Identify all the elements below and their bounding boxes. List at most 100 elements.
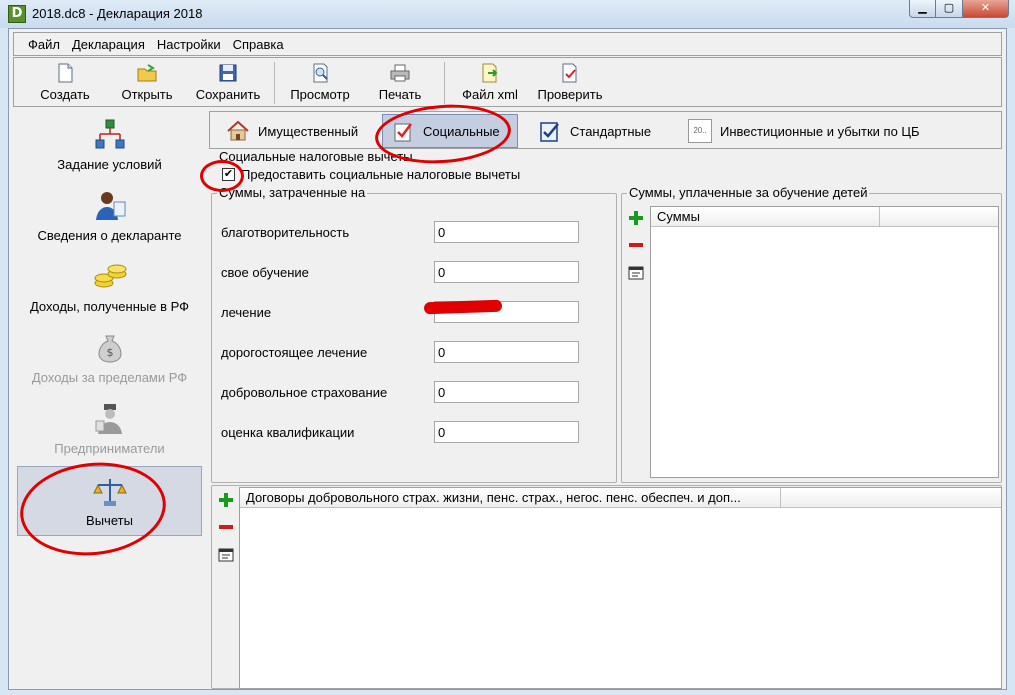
nav-item-income-rf[interactable]: Доходы, полученные в РФ bbox=[17, 259, 202, 327]
money-bag-icon: $ bbox=[97, 335, 122, 363]
title-bar: D 2018.dc8 - Декларация 2018 ▁ ▢ ✕ bbox=[0, 0, 1015, 28]
nav-item-entrepreneurs[interactable]: Предприниматели bbox=[17, 401, 202, 469]
save-label: Сохранить bbox=[195, 87, 261, 102]
menu-declaration[interactable]: Декларация bbox=[72, 37, 145, 52]
check-button[interactable]: Проверить bbox=[530, 60, 610, 106]
field-label-charity: благотворительность bbox=[221, 225, 350, 240]
checked-clipboard-icon bbox=[540, 122, 559, 142]
nav-label: Задание условий bbox=[57, 157, 162, 172]
coins-stack-icon bbox=[94, 264, 126, 288]
children-group-title: Суммы, уплаченные за обучение детей bbox=[627, 185, 870, 200]
nav-label: Предприниматели bbox=[54, 441, 165, 456]
qualification-assessment-input[interactable] bbox=[434, 421, 579, 443]
add-plus-icon[interactable] bbox=[627, 209, 645, 227]
calendar-page-icon: 20.. bbox=[688, 119, 712, 143]
deduction-tabs: Имущественный Социальные Стандартные 20.… bbox=[209, 111, 1002, 149]
app-logo-icon: D bbox=[8, 5, 26, 23]
provide-social-label: Предоставить социальные налоговые вычеты bbox=[241, 167, 521, 182]
create-label: Создать bbox=[40, 87, 90, 102]
expensive-treatment-input[interactable] bbox=[434, 341, 579, 363]
field-label-qualification-assessment: оценка квалификации bbox=[221, 425, 355, 440]
field-label-treatment: лечение bbox=[221, 305, 272, 320]
menu-settings[interactable]: Настройки bbox=[157, 37, 221, 52]
field-label-own-education: свое обучение bbox=[221, 265, 309, 280]
provide-social-checkbox[interactable]: ✔ bbox=[222, 168, 235, 181]
tab-social[interactable]: Социальные bbox=[382, 114, 518, 148]
open-folder-icon bbox=[137, 64, 157, 82]
left-navigation: Задание условий Сведения о декларанте До… bbox=[13, 111, 206, 689]
menu-bar: Файл Декларация Настройки Справка bbox=[13, 32, 1002, 56]
children-sums-grid[interactable]: Суммы bbox=[650, 206, 999, 478]
printer-icon bbox=[390, 64, 410, 82]
social-deductions-panel: Социальные налоговые вычеты ✔ Предостави… bbox=[209, 149, 1002, 689]
grid-header: Суммы bbox=[651, 207, 998, 227]
svg-text:$: $ bbox=[106, 346, 113, 359]
own-education-input[interactable] bbox=[434, 261, 579, 283]
edit-form-icon[interactable] bbox=[217, 545, 235, 563]
maximize-button[interactable]: ▢ bbox=[936, 0, 963, 18]
toolbar-separator bbox=[274, 62, 275, 104]
spent-group-title: Суммы, затраченные на bbox=[217, 185, 368, 200]
check-document-icon bbox=[562, 63, 577, 83]
xml-file-label: Файл xml bbox=[462, 87, 518, 102]
voluntary-insurance-input[interactable] bbox=[434, 381, 579, 403]
charity-input[interactable] bbox=[434, 221, 579, 243]
open-button[interactable]: Открыть bbox=[114, 60, 180, 106]
nav-label: Доходы за пределами РФ bbox=[31, 370, 188, 385]
close-button[interactable]: ✕ bbox=[963, 0, 1009, 18]
businessman-icon bbox=[95, 404, 122, 434]
preview-button[interactable]: Просмотр bbox=[284, 60, 356, 106]
contracts-grid-tools bbox=[217, 491, 239, 572]
print-button[interactable]: Печать bbox=[370, 60, 430, 106]
magnifier-document-icon bbox=[313, 63, 328, 83]
app-client-area: Файл Декларация Настройки Справка Создат… bbox=[8, 28, 1007, 690]
tab-label: Стандартные bbox=[570, 123, 652, 139]
print-label: Печать bbox=[378, 87, 422, 102]
person-icon bbox=[95, 192, 125, 220]
xml-file-button[interactable]: Файл xml bbox=[458, 60, 522, 106]
new-document-icon bbox=[58, 63, 73, 83]
tree-structure-icon bbox=[95, 119, 124, 149]
tab-investment[interactable]: 20.. Инвестиционные и убытки по ЦБ bbox=[680, 114, 940, 148]
window-controls: ▁ ▢ ✕ bbox=[909, 0, 1009, 18]
check-label: Проверить bbox=[537, 87, 603, 102]
export-xml-icon bbox=[482, 63, 498, 83]
balance-scale-icon bbox=[92, 479, 127, 506]
save-button[interactable]: Сохранить bbox=[190, 60, 266, 106]
toolbar-separator bbox=[444, 62, 445, 104]
minimize-button[interactable]: ▁ bbox=[909, 0, 936, 18]
edit-form-icon[interactable] bbox=[627, 263, 645, 281]
open-label: Открыть bbox=[121, 87, 173, 102]
social-group-title: Социальные налоговые вычеты bbox=[217, 149, 415, 164]
children-grid-tools bbox=[627, 209, 649, 290]
window-title: 2018.dc8 - Декларация 2018 bbox=[32, 6, 203, 21]
field-label-voluntary-insurance: добровольное страхование bbox=[221, 385, 388, 400]
create-button[interactable]: Создать bbox=[32, 60, 98, 106]
floppy-disk-icon bbox=[219, 64, 237, 82]
add-plus-icon[interactable] bbox=[217, 491, 235, 509]
nav-item-conditions[interactable]: Задание условий bbox=[17, 117, 202, 185]
menu-file[interactable]: Файл bbox=[28, 37, 60, 52]
nav-label: Сведения о декларанте bbox=[37, 228, 182, 243]
nav-item-declarant[interactable]: Сведения о декларанте bbox=[17, 188, 202, 256]
house-icon bbox=[227, 120, 249, 141]
nav-item-income-abroad[interactable]: $ Доходы за пределами РФ bbox=[17, 330, 202, 398]
checked-document-icon bbox=[394, 123, 412, 142]
remove-minus-icon[interactable] bbox=[627, 236, 645, 254]
tab-label: Социальные bbox=[423, 123, 500, 139]
nav-label: Доходы, полученные в РФ bbox=[29, 299, 190, 314]
grid-header: Договоры добровольного страх. жизни, пен… bbox=[240, 488, 1001, 508]
nav-label: Вычеты bbox=[86, 513, 133, 528]
contracts-grid[interactable]: Договоры добровольного страх. жизни, пен… bbox=[239, 487, 1002, 689]
tab-label: Инвестиционные и убытки по ЦБ bbox=[720, 123, 920, 139]
tab-standard[interactable]: Стандартные bbox=[530, 114, 662, 148]
menu-help[interactable]: Справка bbox=[233, 37, 284, 52]
grid-column-sums[interactable]: Суммы bbox=[657, 209, 700, 224]
tab-property[interactable]: Имущественный bbox=[218, 114, 374, 148]
grid-column-divider bbox=[780, 488, 781, 508]
grid-column-divider bbox=[879, 207, 880, 227]
field-label-expensive-treatment: дорогостоящее лечение bbox=[221, 345, 368, 360]
nav-item-deductions[interactable]: Вычеты bbox=[17, 466, 202, 536]
remove-minus-icon[interactable] bbox=[217, 518, 235, 536]
grid-column-contracts[interactable]: Договоры добровольного страх. жизни, пен… bbox=[246, 490, 741, 505]
